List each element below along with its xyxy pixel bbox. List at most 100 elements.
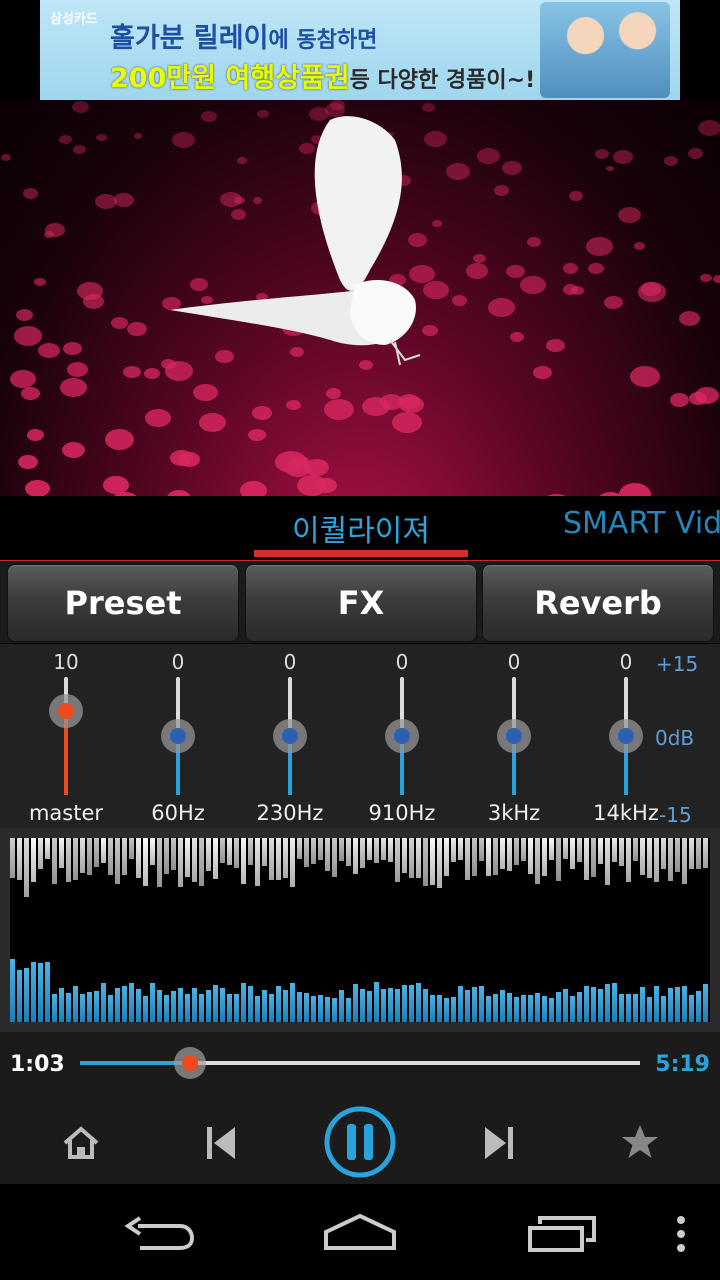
eq-slider-thumb[interactable]	[609, 719, 643, 753]
ad-banner[interactable]: 삼성카드 홀가분 릴레이에 동참하면 200만원 여행상품권등 다양한 경품이~…	[40, 0, 680, 100]
spectrum-level-bar	[192, 988, 197, 1022]
spectrum-level-bar	[206, 990, 211, 1022]
spectrum-peak-bar	[444, 838, 449, 876]
spectrum-level-bar	[549, 998, 554, 1022]
spectrum-level-bar	[80, 994, 85, 1022]
spectrum-peak-bar	[150, 838, 155, 865]
playback-controls	[0, 1102, 720, 1184]
eq-slider-thumb[interactable]	[497, 719, 531, 753]
spectrum-peak-bar	[500, 838, 505, 869]
spectrum-level-bar	[472, 987, 477, 1022]
eq-band-14khz: 0 14kHz	[571, 644, 681, 828]
eq-band-230hz: 0 230Hz	[235, 644, 345, 828]
spectrum-level-bar	[451, 997, 456, 1022]
preset-button[interactable]: Preset	[7, 564, 239, 642]
eq-slider-thumb-dot	[170, 728, 186, 744]
spectrum-peak-bar	[24, 838, 29, 897]
spectrum-level-bar	[199, 994, 204, 1022]
spectrum-level-bar	[465, 990, 470, 1022]
ad-headline-2a: 200만원 여행상품권	[110, 63, 350, 94]
spectrum-level-bar	[143, 996, 148, 1022]
reverb-button[interactable]: Reverb	[482, 564, 714, 642]
eq-band-label: 14kHz	[593, 801, 659, 825]
overflow-menu-icon[interactable]	[674, 1214, 688, 1258]
spectrum-level-bar	[437, 995, 442, 1022]
eq-band-60hz: 0 60Hz	[123, 644, 233, 828]
spectrum-peak-bar	[220, 838, 225, 863]
pause-button[interactable]	[322, 1104, 398, 1180]
spectrum-level-bar	[283, 990, 288, 1022]
spectrum-level-bar	[626, 994, 631, 1022]
skip-next-icon[interactable]	[476, 1120, 522, 1166]
spectrum-peak-bar	[283, 838, 288, 878]
spectrum-peak-bar	[325, 838, 330, 871]
video-view[interactable]	[0, 100, 720, 496]
spectrum-peak-bar	[360, 838, 365, 868]
home-icon[interactable]	[58, 1120, 104, 1166]
spectrum-level-bar	[416, 983, 421, 1022]
tab-smart-video[interactable]: SMART Vid	[563, 506, 720, 541]
seek-bar: 1:03 5:19	[0, 1032, 720, 1102]
equalizer-panel: +15 0dB -15 10 master 0 60Hz 0 230Hz 0 910Hz 0 3k…	[0, 644, 720, 828]
star-icon[interactable]	[616, 1118, 664, 1166]
spectrum-peak-bar	[528, 838, 533, 874]
current-time: 1:03	[10, 1052, 65, 1077]
eq-band-value: 10	[53, 650, 79, 674]
fx-button[interactable]: FX	[245, 564, 477, 642]
spectrum-level-bar	[262, 990, 267, 1022]
spectrum-level-bar	[360, 989, 365, 1022]
spectrum-peak-bar	[297, 838, 302, 859]
spectrum-level-bar	[171, 991, 176, 1022]
spectrum-level-bar	[45, 962, 50, 1022]
spectrum-peak-bar	[122, 838, 127, 875]
eq-slider-thumb[interactable]	[385, 719, 419, 753]
spectrum-level-bar	[675, 987, 680, 1022]
spectrum-level-bar	[395, 989, 400, 1022]
spectrum-level-bar	[94, 991, 99, 1022]
spectrum-peak-bar	[605, 838, 610, 885]
spectrum-peak-bar	[514, 838, 519, 865]
spectrum-peak-bar	[59, 838, 64, 868]
spectrum-level-bar	[605, 984, 610, 1022]
eq-slider-thumb[interactable]	[161, 719, 195, 753]
eq-band-value: 0	[507, 650, 521, 674]
spectrum-peak-bar	[619, 838, 624, 866]
spectrum-level-bar	[157, 990, 162, 1022]
eq-band-label: 910Hz	[368, 801, 436, 825]
spectrum-peak-bar	[437, 838, 442, 888]
eq-slider-thumb[interactable]	[49, 694, 83, 729]
effect-button-bar: Preset FX Reverb	[0, 561, 720, 643]
spectrum-level-bar	[234, 994, 239, 1022]
spectrum-peak-bar	[703, 838, 708, 868]
skip-previous-icon[interactable]	[198, 1120, 244, 1166]
back-icon[interactable]	[124, 1214, 196, 1258]
eq-slider-thumb[interactable]	[273, 719, 307, 753]
spectrum-peak-bar	[206, 838, 211, 871]
spectrum-level-bar	[66, 993, 71, 1022]
ad-headline-1a: 홀가분 릴레이	[110, 23, 269, 54]
spectrum-level-bar	[38, 963, 43, 1022]
spectrum-peak-bar	[479, 838, 484, 861]
spectrum-peak-bar	[318, 838, 323, 860]
tab-bar: 이퀄라이져 SMART Vid	[0, 496, 720, 563]
spectrum-peak-bar	[409, 838, 414, 878]
pause-icon	[324, 1106, 396, 1178]
spectrum-peak-bar	[234, 838, 239, 868]
spectrum-level-bar	[73, 986, 78, 1022]
home-nav-icon[interactable]	[322, 1212, 398, 1256]
spectrum-level-bar	[185, 994, 190, 1022]
spectrum-level-bar	[311, 996, 316, 1022]
tab-equalizer[interactable]: 이퀄라이져	[256, 506, 466, 550]
spectrum-level-bar	[381, 989, 386, 1022]
eq-slider-thumb-dot	[58, 703, 74, 720]
spectrum-peak-bar	[612, 838, 617, 862]
spectrum-peak-bar	[521, 838, 526, 861]
recent-apps-icon[interactable]	[526, 1214, 598, 1258]
ad-headline-1: 홀가분 릴레이에 동참하면	[110, 16, 377, 55]
eq-band-label: 60Hz	[151, 801, 205, 825]
spectrum-level-bar	[227, 994, 232, 1022]
spectrum-peak-bar	[192, 838, 197, 882]
seek-thumb[interactable]	[174, 1047, 206, 1079]
ad-headline-2b: 등 다양한 경품이	[349, 68, 507, 93]
ad-headline-2c: ~!	[506, 68, 536, 93]
